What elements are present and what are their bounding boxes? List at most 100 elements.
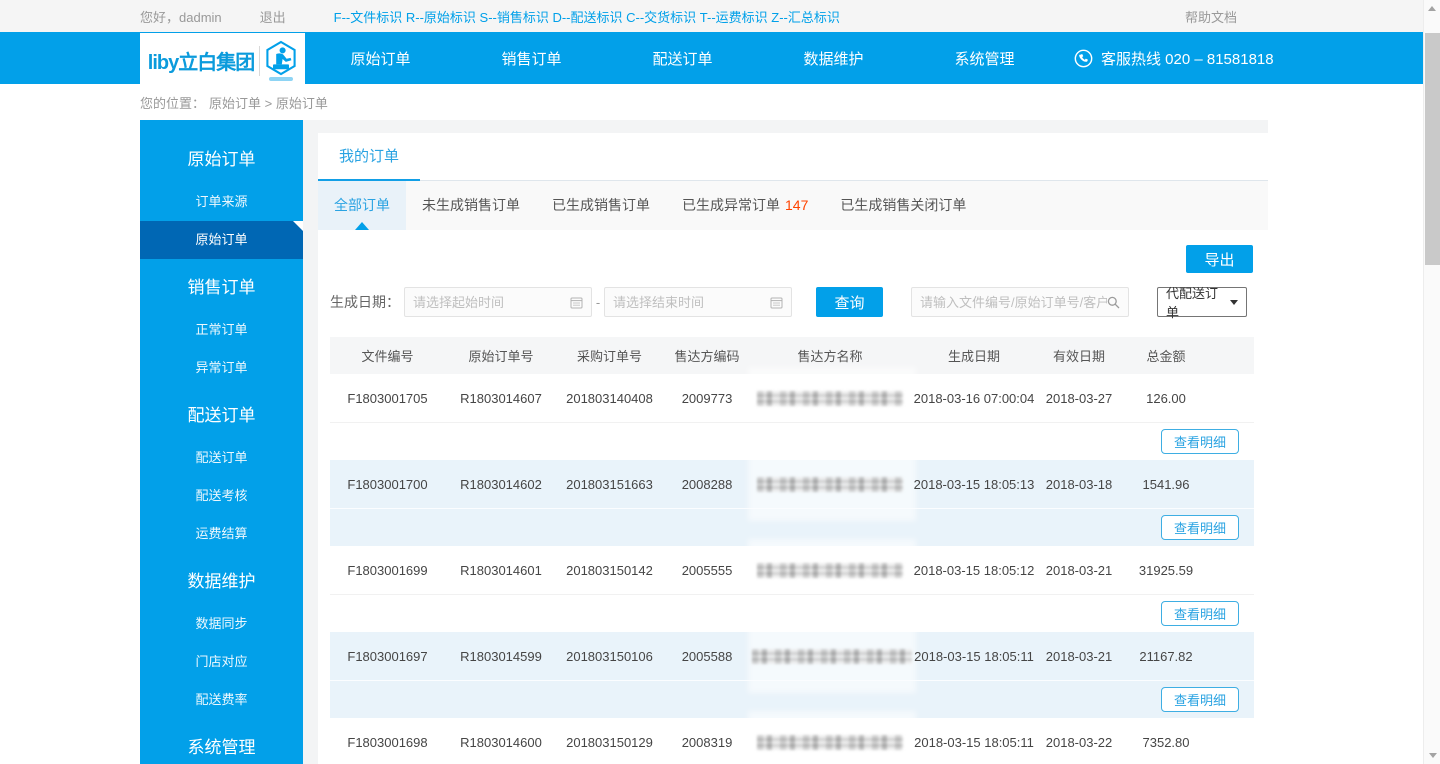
col-header-valid-date: 有效日期 bbox=[1052, 349, 1105, 364]
breadcrumb-path: 原始订单 > 原始订单 bbox=[209, 95, 328, 111]
sidebar-item-original-orders[interactable]: 原始订单 bbox=[140, 221, 303, 259]
sidebar-section-data-maintenance[interactable]: 数据维护 bbox=[140, 559, 303, 605]
sidebar-item-order-source[interactable]: 订单来源 bbox=[140, 183, 303, 221]
col-header-file-no: 文件编号 bbox=[361, 349, 414, 364]
search-icon[interactable] bbox=[1107, 296, 1120, 309]
sidebar-section-sales-orders[interactable]: 销售订单 bbox=[140, 265, 303, 311]
view-detail-button[interactable]: 查看明细 bbox=[1160, 687, 1239, 712]
cell-customer-code: 2005555 bbox=[681, 562, 733, 578]
logo-text: liby立白集团 bbox=[147, 52, 255, 74]
vertical-scrollbar[interactable] bbox=[1423, 0, 1440, 764]
table-row: F1803001700 R1803014602 201803151663 200… bbox=[330, 453, 1254, 546]
cell-file-no: F1803001697 bbox=[347, 648, 428, 664]
nav-item-system-management[interactable]: 系统管理 bbox=[909, 48, 1060, 69]
end-date-input[interactable] bbox=[613, 294, 770, 310]
sidebar-item-delivery-orders[interactable]: 配送订单 bbox=[140, 439, 303, 477]
cell-customer-name-redacted bbox=[752, 390, 908, 406]
export-button[interactable]: 导出 bbox=[1186, 245, 1253, 273]
chevron-down-icon bbox=[1230, 299, 1238, 305]
sidebar-item-store-mapping[interactable]: 门店对应 bbox=[140, 643, 303, 681]
sidebar-gutter bbox=[303, 120, 318, 764]
search-input[interactable] bbox=[920, 294, 1107, 310]
cell-original-order-no: R1803014600 bbox=[460, 734, 542, 750]
subtab-abnormal-generated[interactable]: 已生成异常订单 147 bbox=[666, 181, 824, 230]
search-field[interactable] bbox=[911, 287, 1129, 317]
col-header-amount: 总金额 bbox=[1146, 349, 1186, 364]
subtab-all-orders[interactable]: 全部订单 bbox=[318, 181, 406, 230]
start-date-input[interactable] bbox=[413, 294, 570, 310]
gen-date-label: 生成日期： bbox=[330, 294, 400, 310]
order-type-dropdown[interactable]: 代配送订单 bbox=[1157, 286, 1247, 320]
sidebar-section-original-orders[interactable]: 原始订单 bbox=[140, 137, 303, 183]
cell-valid-date: 2018-03-27 bbox=[1045, 390, 1113, 406]
cell-amount: 126.00 bbox=[1146, 390, 1186, 406]
sidebar-item-abnormal-orders[interactable]: 异常订单 bbox=[140, 349, 303, 387]
export-row: 导出 bbox=[318, 245, 1253, 273]
scroll-up-button[interactable] bbox=[1424, 0, 1440, 17]
phone-icon bbox=[1074, 49, 1093, 68]
logout-link[interactable]: 退出 bbox=[260, 7, 286, 26]
nav-item-data-maintenance[interactable]: 数据维护 bbox=[758, 48, 909, 69]
breadcrumb: 您的位置： 原始订单 > 原始订单 bbox=[0, 84, 1440, 120]
cell-customer-code: 2009773 bbox=[681, 390, 733, 406]
scroll-down-button[interactable] bbox=[1424, 747, 1440, 764]
cell-file-no: F1803001698 bbox=[347, 734, 428, 750]
tab-row: 我的订单 bbox=[318, 133, 1268, 181]
cell-purchase-order-no: 201803150142 bbox=[566, 562, 653, 578]
query-button[interactable]: 查询 bbox=[816, 287, 883, 317]
date-range-separator: - bbox=[595, 294, 601, 310]
view-detail-button[interactable]: 查看明细 bbox=[1160, 601, 1239, 626]
end-date-field[interactable] bbox=[604, 287, 792, 317]
nav-item-sales-orders[interactable]: 销售订单 bbox=[456, 48, 607, 69]
code-legend: F--文件标识 R--原始标识 S--销售标识 D--配送标识 C--交货标识 … bbox=[333, 9, 840, 25]
subtab-sales-closed[interactable]: 已生成销售关闭订单 bbox=[824, 181, 982, 230]
cell-valid-date: 2018-03-22 bbox=[1045, 734, 1113, 750]
brand-logo[interactable]: liby立白集团 bbox=[140, 33, 305, 88]
tab-my-orders[interactable]: 我的订单 bbox=[318, 133, 420, 181]
cell-gen-date: 2018-03-15 18:05:13 bbox=[913, 476, 1035, 492]
nav-item-original-orders[interactable]: 原始订单 bbox=[305, 48, 456, 69]
calendar-icon[interactable] bbox=[770, 296, 783, 309]
logo-divider bbox=[259, 45, 261, 76]
cell-customer-code: 2008319 bbox=[681, 734, 733, 750]
cell-amount: 31925.59 bbox=[1138, 562, 1194, 578]
scrollbar-thumb[interactable] bbox=[1425, 33, 1440, 265]
sidebar-section-system-management[interactable]: 系统管理 bbox=[140, 725, 303, 764]
help-doc-link[interactable]: 帮助文档 bbox=[1185, 7, 1237, 26]
abnormal-count-badge: 147 bbox=[785, 197, 809, 213]
col-header-customer-name: 售达方名称 bbox=[797, 349, 863, 364]
cell-customer-name-redacted bbox=[752, 648, 912, 664]
nav-menu: 原始订单 销售订单 配送订单 数据维护 系统管理 bbox=[305, 48, 1060, 69]
card-top-strip bbox=[318, 120, 1268, 133]
sidebar-item-normal-orders[interactable]: 正常订单 bbox=[140, 311, 303, 349]
calendar-icon[interactable] bbox=[570, 296, 583, 309]
view-detail-button[interactable]: 查看明细 bbox=[1160, 515, 1239, 540]
cell-valid-date: 2018-03-21 bbox=[1045, 562, 1113, 578]
subtab-sales-generated[interactable]: 已生成销售订单 bbox=[536, 181, 666, 230]
logo-hexagon-icon bbox=[265, 40, 297, 81]
sidebar-section-delivery-orders[interactable]: 配送订单 bbox=[140, 393, 303, 439]
cell-purchase-order-no: 201803150129 bbox=[566, 734, 653, 750]
table-header-row: 文件编号 原始订单号 采购订单号 售达方编码 售达方名称 生成日期 有效日期 总… bbox=[330, 337, 1254, 374]
dropdown-selected-value: 代配送订单 bbox=[1166, 286, 1219, 320]
sidebar-item-freight-settlement[interactable]: 运费结算 bbox=[140, 515, 303, 553]
service-hotline: 客服热线 020 – 81581818 bbox=[1074, 48, 1274, 69]
cell-valid-date: 2018-03-21 bbox=[1045, 648, 1113, 664]
start-date-field[interactable] bbox=[404, 287, 592, 317]
main-navbar: liby立白集团 原始订单 销售订单 配送订单 数据维护 系统管理 客服热线 0… bbox=[0, 32, 1440, 88]
cell-file-no: F1803001700 bbox=[347, 476, 428, 492]
nav-item-delivery-orders[interactable]: 配送订单 bbox=[607, 48, 758, 69]
sidebar-item-delivery-rate[interactable]: 配送费率 bbox=[140, 681, 303, 719]
cell-gen-date: 2018-03-16 07:00:04 bbox=[913, 390, 1035, 406]
table-row: F1803001699 R1803014601 201803150142 200… bbox=[330, 539, 1254, 632]
col-header-customer-code: 售达方编码 bbox=[674, 349, 740, 364]
table-row: F1803001698 R1803014600 201803150129 200… bbox=[330, 711, 1254, 764]
subtab-no-sales-generated[interactable]: 未生成销售订单 bbox=[406, 181, 536, 230]
sidebar-item-data-sync[interactable]: 数据同步 bbox=[140, 605, 303, 643]
cell-file-no: F1803001699 bbox=[347, 562, 428, 578]
view-detail-button[interactable]: 查看明细 bbox=[1160, 429, 1239, 454]
cell-customer-code: 2008288 bbox=[681, 476, 733, 492]
sidebar-item-delivery-assessment[interactable]: 配送考核 bbox=[140, 477, 303, 515]
table-row: F1803001697 R1803014599 201803150106 200… bbox=[330, 625, 1254, 718]
cell-customer-name-redacted bbox=[752, 476, 908, 492]
